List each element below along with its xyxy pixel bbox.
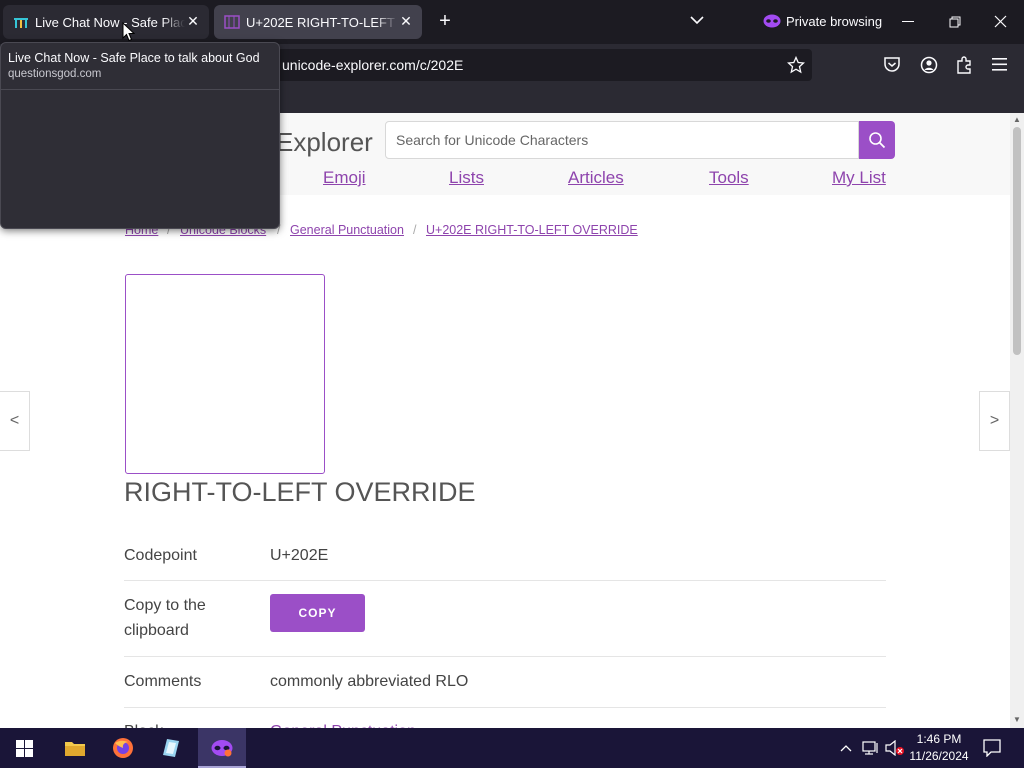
site-favicon-icon (14, 18, 28, 28)
minimize-icon[interactable] (902, 21, 914, 22)
search-button[interactable] (859, 121, 895, 159)
codepoint-label: Codepoint (124, 547, 197, 564)
scroll-up-icon[interactable]: ▲ (1013, 115, 1021, 124)
new-tab-icon[interactable]: + (436, 11, 454, 31)
detail-row-copy: Copy to the clipboard COPY (124, 581, 886, 657)
tooltip-domain: questionsgod.com (8, 68, 102, 80)
tooltip-divider (1, 89, 279, 90)
codepoint-value: U+202E (270, 547, 329, 564)
comments-label: Comments (124, 673, 202, 690)
character-name-heading: RIGHT-TO-LEFT OVERRIDE (124, 477, 476, 507)
unicode-favicon-icon (224, 15, 240, 29)
nav-lists[interactable]: Lists (449, 168, 484, 188)
copy-button[interactable]: COPY (270, 594, 365, 632)
list-all-tabs-chevron-icon[interactable] (690, 15, 704, 25)
comments-value: commonly abbreviated RLO (270, 673, 469, 690)
tooltip-title: Live Chat Now - Safe Place to talk about… (8, 51, 260, 65)
tab-hover-preview: Live Chat Now - Safe Place to talk about… (0, 42, 280, 229)
search-icon (869, 132, 886, 149)
detail-row-codepoint: Codepoint U+202E (124, 531, 886, 581)
extensions-puzzle-icon[interactable] (955, 55, 973, 74)
private-mask-icon (763, 14, 781, 28)
windows-taskbar: 1:46 PM 11/26/2024 (0, 728, 1024, 768)
taskbar-firefox[interactable] (99, 728, 147, 768)
scrollbar-thumb[interactable] (1013, 127, 1021, 355)
breadcrumb-separator: / (413, 223, 417, 237)
detail-row-comments: Comments commonly abbreviated RLO (124, 657, 886, 708)
file-explorer-folder-icon (65, 742, 85, 756)
tab-title: Live Chat Now - Safe Place to talk about… (35, 14, 185, 30)
account-icon[interactable] (920, 56, 938, 74)
notification-center-icon[interactable] (983, 739, 1001, 757)
previous-character-button[interactable]: < (0, 391, 30, 451)
nav-articles[interactable]: Articles (568, 168, 624, 188)
system-clock[interactable]: 1:46 PM 11/26/2024 (904, 731, 974, 765)
url-text: unicode-explorer.com/c/202E (282, 57, 464, 73)
close-tab-icon[interactable]: ✕ (185, 13, 201, 29)
scroll-down-icon[interactable]: ▼ (1013, 715, 1021, 724)
taskbar-app-notebook[interactable] (147, 728, 195, 768)
firefox-icon (113, 738, 133, 758)
pocket-icon[interactable] (883, 56, 901, 73)
mouse-cursor-icon (122, 22, 135, 42)
block-label: Block (124, 719, 163, 728)
search-input[interactable]: Search for Unicode Characters (385, 121, 859, 159)
breadcrumb-current[interactable]: U+202E RIGHT-TO-LEFT OVERRIDE (426, 223, 638, 237)
breadcrumb-general-punctuation[interactable]: General Punctuation (290, 223, 404, 237)
nav-tools[interactable]: Tools (709, 168, 749, 188)
private-browsing-mask-icon (211, 740, 233, 757)
tab-unicode-explorer[interactable]: U+202E RIGHT-TO-LEFT OVERRIDE ✕ (214, 5, 422, 39)
notebook-app-icon (163, 739, 179, 757)
browser-tab-bar: Live Chat Now - Safe Place to talk about… (0, 0, 1024, 44)
block-value[interactable]: General Punctuation (270, 719, 416, 728)
next-character-button[interactable]: > (979, 391, 1010, 451)
tab-title: U+202E RIGHT-TO-LEFT OVERRIDE (246, 14, 398, 30)
windows-start-icon[interactable] (16, 740, 33, 757)
page-scrollbar[interactable]: ▲ ▼ (1010, 113, 1024, 728)
taskbar-file-explorer[interactable] (51, 728, 99, 768)
clock-time: 1:46 PM (916, 732, 962, 746)
close-tab-icon[interactable]: ✕ (398, 13, 414, 29)
private-browsing-label: Private browsing (786, 14, 883, 29)
site-logo-text[interactable]: Explorer (276, 127, 373, 158)
character-glyph-box (125, 274, 325, 474)
nav-my-list[interactable]: My List (832, 168, 886, 188)
nav-emoji[interactable]: Emoji (323, 168, 366, 188)
show-hidden-icons-chevron-icon[interactable] (840, 744, 852, 752)
copy-label: Copy to the clipboard (124, 597, 206, 639)
taskbar-firefox-private[interactable] (198, 728, 246, 768)
tab-live-chat[interactable]: Live Chat Now - Safe Place to talk about… (3, 5, 209, 39)
close-window-icon[interactable] (994, 15, 1007, 28)
volume-muted-icon[interactable] (885, 740, 905, 756)
restore-icon[interactable] (949, 16, 961, 28)
menu-hamburger-icon[interactable] (992, 58, 1007, 71)
network-icon[interactable] (862, 740, 880, 756)
bookmark-star-icon[interactable] (787, 56, 805, 74)
detail-row-block: Block General Punctuation (124, 708, 886, 728)
clock-date: 11/26/2024 (909, 749, 969, 763)
